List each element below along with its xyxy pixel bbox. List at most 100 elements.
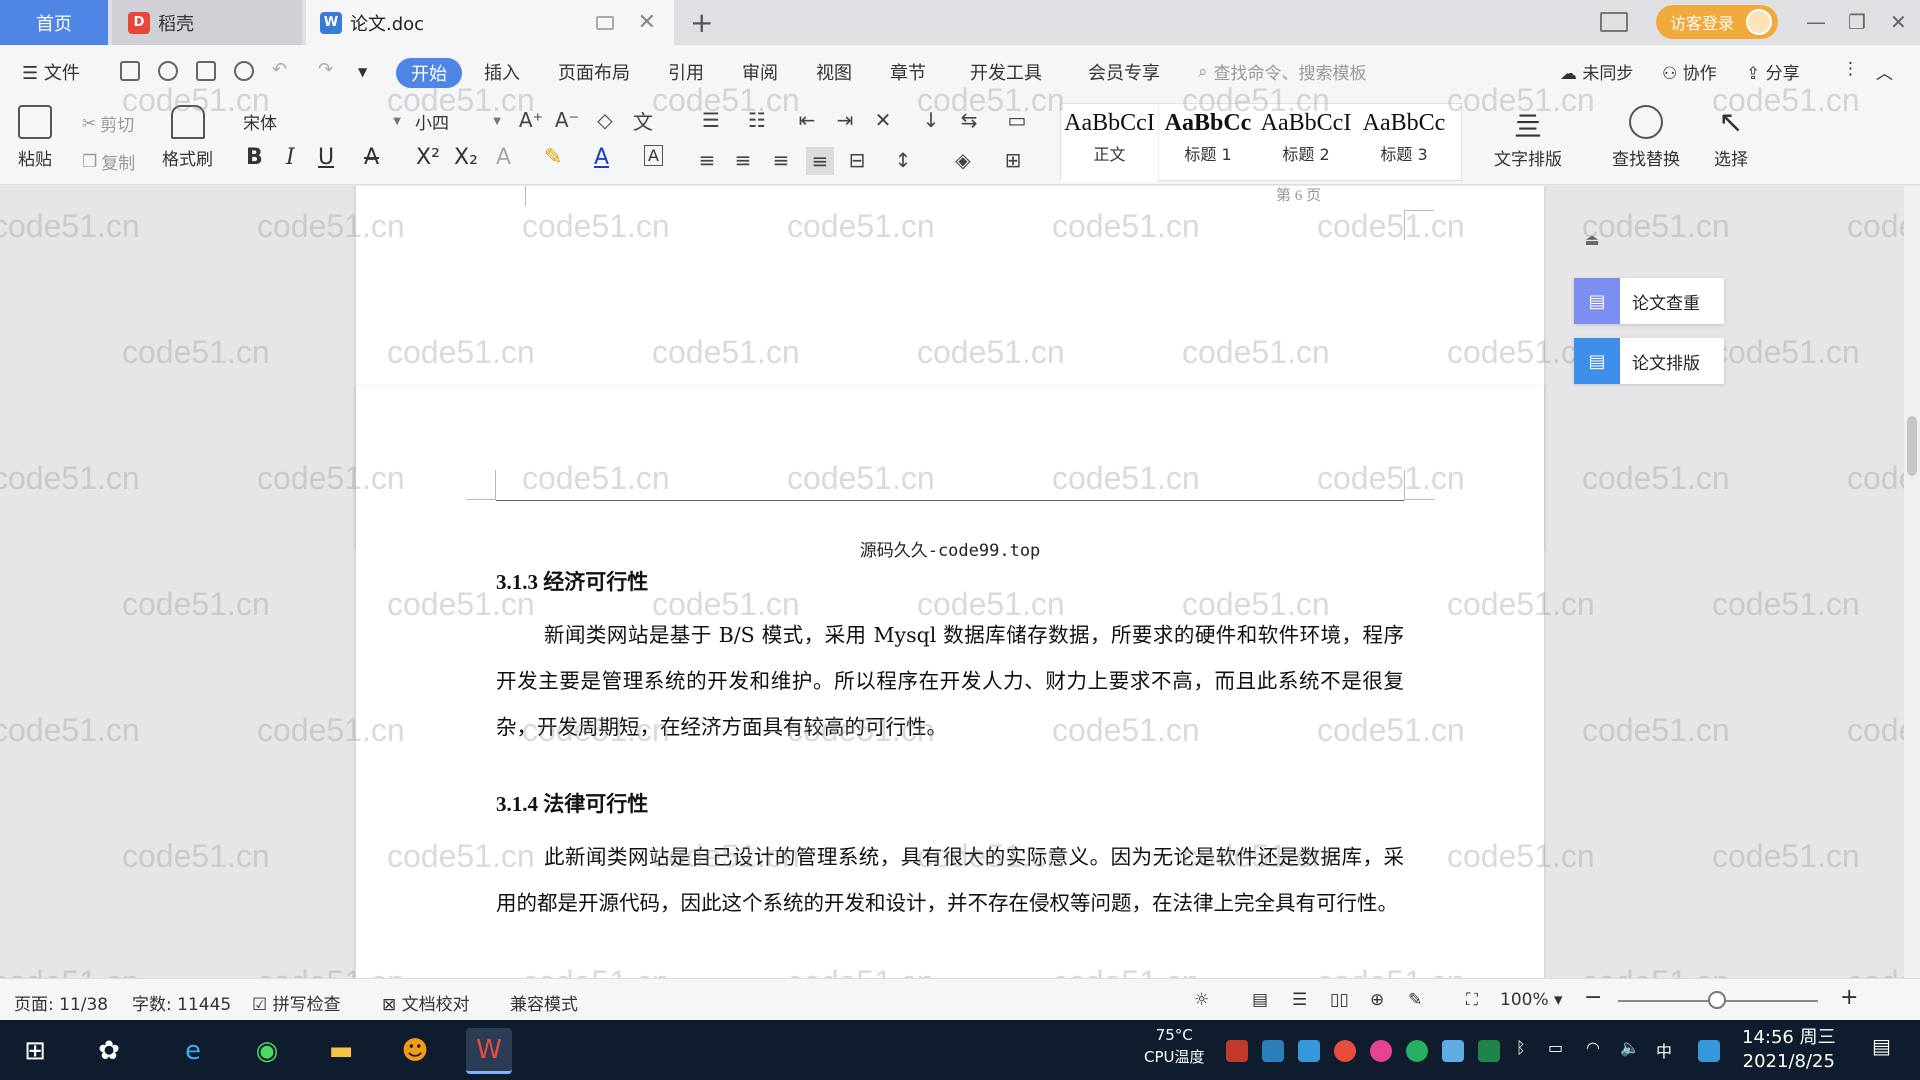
char-border-icon[interactable]: A [644, 145, 663, 166]
customize-toolbar-icon[interactable]: ▼ [358, 65, 367, 79]
style-heading-2[interactable]: AaBbCcI 标题 2 [1257, 104, 1355, 182]
notification-icon[interactable]: ▤ [1872, 1034, 1891, 1058]
collapse-ribbon-icon[interactable]: ︿ [1876, 59, 1893, 84]
tab-member[interactable]: 会员专享 [1088, 59, 1160, 85]
file-menu[interactable]: ☰ 文件 [22, 59, 80, 85]
text-direction-icon[interactable]: ⇆ [958, 108, 980, 132]
print-icon[interactable] [196, 61, 216, 81]
tray-app-icon[interactable] [1226, 1040, 1248, 1062]
collapse-panel-icon[interactable]: ⏏ [1574, 230, 1610, 260]
style-normal[interactable]: AaBbCcI 正文 [1061, 104, 1159, 182]
font-family-select[interactable]: 宋体 ▼ [236, 107, 408, 135]
highlight-icon[interactable]: ✎ [544, 145, 562, 170]
fit-page-icon[interactable]: ⛶ [1466, 990, 1478, 1010]
undo-icon[interactable]: ↶ [272, 59, 287, 80]
cut-button[interactable]: ✂ 剪切 [82, 111, 134, 137]
volume-icon[interactable]: 🔈 [1620, 1038, 1640, 1057]
justify-icon[interactable]: ≡ [806, 147, 834, 175]
outline-view-icon[interactable]: ☰ [1292, 990, 1307, 1010]
word-count[interactable]: 字数: 11445 [132, 990, 231, 1015]
select-button[interactable]: ↖ 选择 [1714, 105, 1748, 170]
page-indicator[interactable]: 页面: 11/38 [14, 990, 108, 1015]
share-button[interactable]: ⇪ 分享 [1746, 59, 1800, 84]
sort-icon[interactable]: ↓ [920, 108, 942, 132]
italic-icon[interactable]: I [286, 145, 295, 170]
pinwheel-app-icon[interactable]: ✿ [86, 1028, 132, 1074]
bullet-list-icon[interactable]: ☰ [700, 108, 722, 132]
chinese-layout-icon[interactable]: ✕ [872, 108, 894, 132]
subscript-icon[interactable]: X₂ [454, 145, 478, 170]
tray-app-icon[interactable] [1262, 1040, 1284, 1062]
save-icon[interactable] [120, 61, 140, 81]
tab-view[interactable]: 视图 [816, 59, 852, 85]
file-explorer-icon[interactable]: ▬ [318, 1028, 364, 1074]
collaborate-button[interactable]: ⚇ 协作 [1662, 59, 1717, 84]
text-effect-icon[interactable]: A [496, 145, 511, 170]
vertical-scrollbar[interactable] [1904, 186, 1920, 978]
monitor-icon[interactable] [596, 15, 614, 30]
tab-start[interactable]: 开始 [396, 58, 462, 88]
tab-daoke[interactable]: D 稻壳 [112, 0, 302, 45]
close-tab-icon[interactable]: ✕ [638, 10, 656, 35]
grow-font-icon[interactable]: A⁺ [519, 108, 543, 132]
tray-app-icon[interactable] [1406, 1040, 1428, 1062]
tab-chapter[interactable]: 章节 [890, 59, 926, 85]
clock[interactable]: 14:56 周三 2021/8/25 [1742, 1026, 1836, 1074]
minimize-icon[interactable]: — [1806, 10, 1826, 34]
visitor-login-button[interactable]: 访客登录 [1656, 5, 1778, 39]
new-tab-button[interactable]: + [690, 6, 713, 39]
font-size-select[interactable]: 小四 ▼ [408, 107, 508, 135]
clear-format-icon[interactable]: ◇ [594, 108, 616, 132]
format-painter-button[interactable]: 格式刷 [162, 105, 213, 170]
print-preview-icon[interactable] [234, 61, 254, 81]
tray-app-icon[interactable] [1442, 1040, 1464, 1062]
zoom-in-icon[interactable]: + [1840, 985, 1858, 1010]
find-replace-button[interactable]: 查找替换 [1612, 105, 1680, 170]
plagiarism-check-button[interactable]: ▤ 论文查重 [1574, 278, 1724, 324]
browser-360-icon[interactable]: ◉ [244, 1028, 290, 1074]
scrollbar-thumb[interactable] [1907, 416, 1917, 476]
superscript-icon[interactable]: X² [416, 145, 440, 170]
font-color-icon[interactable]: A [594, 145, 609, 170]
align-center-icon[interactable]: ≡ [732, 148, 754, 172]
doc-proof-button[interactable]: ⊠ 文档校对 [382, 990, 470, 1015]
paste-button[interactable]: 粘贴 [18, 105, 52, 170]
export-icon[interactable] [158, 61, 178, 81]
copy-button[interactable]: ❐ 复制 [82, 149, 135, 175]
tab-document[interactable]: W 论文.doc ✕ [306, 0, 674, 45]
tab-page-layout[interactable]: 页面布局 [558, 59, 630, 85]
increase-indent-icon[interactable]: ⇥ [834, 108, 856, 132]
wps-app-icon[interactable]: W [466, 1028, 512, 1074]
bluetooth-icon[interactable]: ᛒ [1516, 1038, 1526, 1057]
style-heading-3[interactable]: AaBbCc 标题 3 [1355, 104, 1453, 182]
pen-icon[interactable]: ✎ [1408, 990, 1422, 1010]
shading-icon[interactable]: ◈ [952, 148, 974, 172]
strikethrough-icon[interactable]: A [364, 145, 379, 170]
align-right-icon[interactable]: ≡ [770, 148, 792, 172]
show-marks-icon[interactable]: ▭ [1006, 108, 1028, 132]
text-layout-button[interactable]: 亖 文字排版 [1494, 105, 1562, 170]
tab-developer[interactable]: 开发工具 [970, 59, 1042, 85]
tab-references[interactable]: 引用 [668, 59, 704, 85]
qq-icon[interactable] [1334, 1040, 1356, 1062]
shield-icon[interactable] [1298, 1040, 1320, 1062]
numbered-list-icon[interactable]: ☷ [746, 108, 768, 132]
spell-check-button[interactable]: ☑ 拼写检查 [252, 990, 341, 1015]
restore-icon[interactable]: ❐ [1848, 10, 1866, 34]
ime-indicator[interactable]: 中 [1656, 1038, 1672, 1062]
battery-icon[interactable]: ▭ [1548, 1038, 1563, 1057]
read-view-icon[interactable]: ▯▯ [1330, 990, 1349, 1010]
cpu-monitor[interactable]: 75°C CPU温度 [1144, 1024, 1205, 1068]
page-view-icon[interactable]: ▤ [1252, 990, 1268, 1010]
qq-icon[interactable] [1370, 1040, 1392, 1062]
style-heading-1[interactable]: AaBbCc 标题 1 [1159, 104, 1257, 182]
search-app-icon[interactable] [1698, 1040, 1720, 1062]
tab-insert[interactable]: 插入 [484, 59, 520, 85]
phonetic-icon[interactable]: 文 [632, 109, 654, 134]
nvidia-icon[interactable] [1478, 1040, 1500, 1062]
bold-icon[interactable]: B [246, 145, 263, 170]
tab-home[interactable]: 首页 [0, 0, 108, 45]
wifi-icon[interactable]: ◠ [1586, 1038, 1600, 1057]
borders-icon[interactable]: ⊞ [1002, 148, 1024, 172]
chat-app-icon[interactable]: ☻ [392, 1028, 438, 1074]
